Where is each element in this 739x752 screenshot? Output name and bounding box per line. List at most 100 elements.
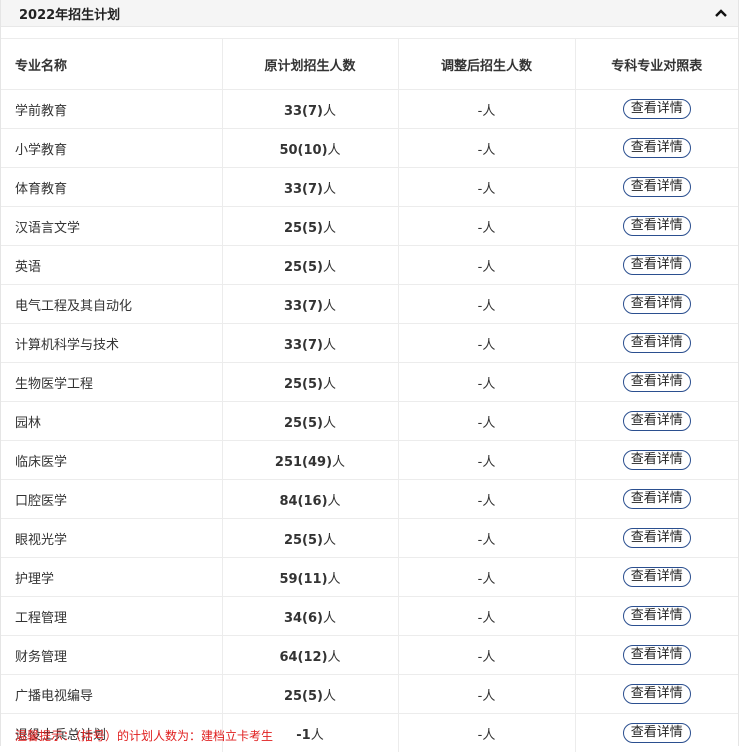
table-row: 电气工程及其自动化33(7)人-人查看详情	[1, 285, 738, 324]
view-details-button[interactable]: 查看详情	[623, 177, 691, 197]
plan-number: 25(5)	[284, 689, 323, 704]
comparison-cell: 查看详情	[575, 558, 738, 597]
adjusted-unit: 人	[482, 572, 495, 587]
major-name: 临床医学	[1, 441, 222, 480]
view-details-button[interactable]: 查看详情	[623, 294, 691, 314]
original-plan-count: 25(5)人	[222, 519, 398, 558]
adjusted-plan-count: -人	[398, 402, 575, 441]
adjusted-unit: 人	[482, 533, 495, 548]
original-plan-count: 84(16)人	[222, 480, 398, 519]
original-plan-count: 50(10)人	[222, 129, 398, 168]
view-details-button[interactable]: 查看详情	[623, 99, 691, 119]
table-row: 口腔医学84(16)人-人查看详情	[1, 480, 738, 519]
chevron-up-icon[interactable]	[712, 4, 730, 22]
adjusted-unit: 人	[482, 728, 495, 743]
adjusted-plan-count: -人	[398, 480, 575, 519]
plan-number: 251(49)	[275, 455, 332, 470]
adjusted-unit: 人	[482, 143, 495, 158]
view-details-button[interactable]: 查看详情	[623, 645, 691, 665]
table-row: 眼视光学25(5)人-人查看详情	[1, 519, 738, 558]
plan-unit: 人	[323, 299, 336, 314]
major-name: 电气工程及其自动化	[1, 285, 222, 324]
adjusted-unit: 人	[482, 416, 495, 431]
comparison-cell: 查看详情	[575, 441, 738, 480]
plan-number: 33(7)	[284, 338, 323, 353]
comparison-cell: 查看详情	[575, 168, 738, 207]
adjusted-plan-count: -人	[398, 246, 575, 285]
original-plan-count: 64(12)人	[222, 636, 398, 675]
comparison-cell: 查看详情	[575, 285, 738, 324]
major-name: 小学教育	[1, 129, 222, 168]
table-row: 小学教育50(10)人-人查看详情	[1, 129, 738, 168]
table-header-row: 专业名称 原计划招生人数 调整后招生人数 专科专业对照表	[1, 39, 738, 90]
view-details-button[interactable]: 查看详情	[623, 684, 691, 704]
major-name: 广播电视编导	[1, 675, 222, 714]
view-details-button[interactable]: 查看详情	[623, 372, 691, 392]
comparison-cell: 查看详情	[575, 129, 738, 168]
table-row: 园林25(5)人-人查看详情	[1, 402, 738, 441]
original-plan-count: 33(7)人	[222, 90, 398, 129]
adjusted-plan-count: -人	[398, 714, 575, 752]
comparison-cell: 查看详情	[575, 480, 738, 519]
adjusted-unit: 人	[482, 611, 495, 626]
view-details-button[interactable]: 查看详情	[623, 528, 691, 548]
comparison-cell: 查看详情	[575, 519, 738, 558]
adjusted-unit: 人	[482, 260, 495, 275]
table-row: 财务管理64(12)人-人查看详情	[1, 636, 738, 675]
major-name: 护理学	[1, 558, 222, 597]
original-plan-count: 33(7)人	[222, 168, 398, 207]
view-details-button[interactable]: 查看详情	[623, 489, 691, 509]
plan-number: 33(7)	[284, 182, 323, 197]
table-row: 汉语言文学25(5)人-人查看详情	[1, 207, 738, 246]
adjusted-unit: 人	[482, 650, 495, 665]
plan-number: 34(6)	[284, 611, 323, 626]
adjusted-plan-count: -人	[398, 558, 575, 597]
plan-unit: 人	[323, 104, 336, 119]
table-row: 广播电视编导25(5)人-人查看详情	[1, 675, 738, 714]
view-details-button[interactable]: 查看详情	[623, 216, 691, 236]
comparison-cell: 查看详情	[575, 363, 738, 402]
view-details-button[interactable]: 查看详情	[623, 723, 691, 743]
table-row: 体育教育33(7)人-人查看详情	[1, 168, 738, 207]
view-details-button[interactable]: 查看详情	[623, 567, 691, 587]
table-row: 英语25(5)人-人查看详情	[1, 246, 738, 285]
adjusted-unit: 人	[482, 338, 495, 353]
plan-unit: 人	[323, 377, 336, 392]
plan-number: 25(5)	[284, 260, 323, 275]
view-details-button[interactable]: 查看详情	[623, 411, 691, 431]
plan-unit: 人	[323, 221, 336, 236]
adjusted-plan-count: -人	[398, 363, 575, 402]
plan-number: 84(16)	[279, 494, 327, 509]
view-details-button[interactable]: 查看详情	[623, 450, 691, 470]
plan-number: 33(7)	[284, 104, 323, 119]
comparison-cell: 查看详情	[575, 597, 738, 636]
view-details-button[interactable]: 查看详情	[623, 606, 691, 626]
adjusted-plan-count: -人	[398, 675, 575, 714]
comparison-cell: 查看详情	[575, 636, 738, 675]
view-details-button[interactable]: 查看详情	[623, 255, 691, 275]
original-plan-count: 33(7)人	[222, 285, 398, 324]
major-name: 工程管理	[1, 597, 222, 636]
header-original-plan: 原计划招生人数	[222, 39, 398, 90]
plan-number: 25(5)	[284, 221, 323, 236]
comparison-cell: 查看详情	[575, 90, 738, 129]
header-major-name: 专业名称	[1, 39, 222, 90]
major-name: 体育教育	[1, 168, 222, 207]
view-details-button[interactable]: 查看详情	[623, 138, 691, 158]
original-plan-count: 33(7)人	[222, 324, 398, 363]
adjusted-unit: 人	[482, 455, 495, 470]
plan-unit: 人	[323, 182, 336, 197]
plan-unit: 人	[332, 455, 345, 470]
original-plan-count: 25(5)人	[222, 363, 398, 402]
header-comparison: 专科专业对照表	[575, 39, 738, 90]
adjusted-plan-count: -人	[398, 519, 575, 558]
original-plan-count: 34(6)人	[222, 597, 398, 636]
adjusted-plan-count: -人	[398, 90, 575, 129]
plan-unit: 人	[328, 572, 341, 587]
panel-header: 2022年招生计划	[1, 0, 738, 27]
view-details-button[interactable]: 查看详情	[623, 333, 691, 353]
table-row: 护理学59(11)人-人查看详情	[1, 558, 738, 597]
adjusted-plan-count: -人	[398, 597, 575, 636]
adjusted-plan-count: -人	[398, 441, 575, 480]
major-name: 财务管理	[1, 636, 222, 675]
